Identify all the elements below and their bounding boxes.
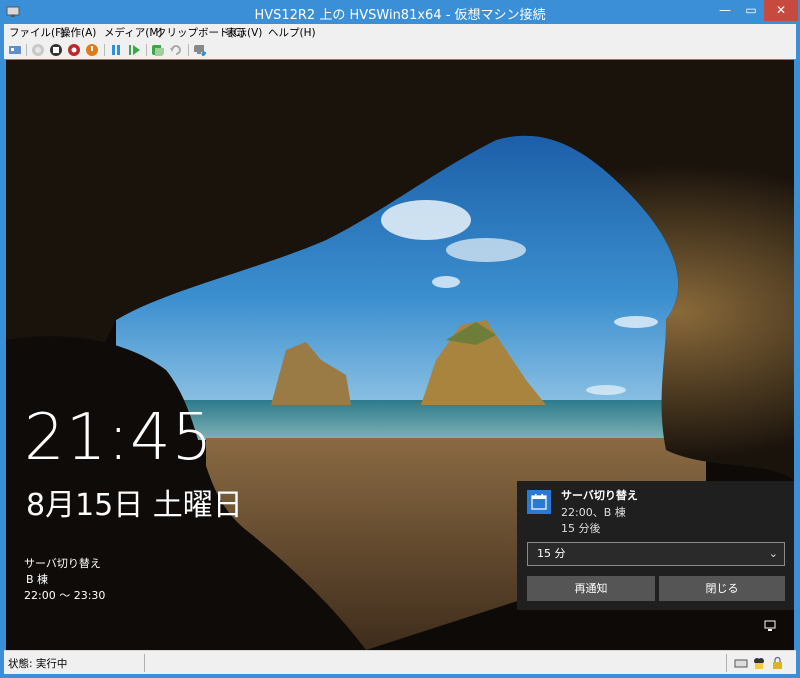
lock-event-time: 22:00 ～ 23:30 bbox=[24, 589, 106, 602]
pause-icon[interactable] bbox=[109, 43, 123, 57]
toolbar-separator bbox=[188, 44, 189, 56]
shutdown-icon[interactable] bbox=[67, 43, 81, 57]
title-bar: HVS12R2 上の HVSWin81x64 - 仮想マシン接続 — ▭ ✕ bbox=[0, 0, 800, 24]
minimize-button[interactable]: — bbox=[712, 0, 738, 21]
dismiss-button[interactable]: 閉じる bbox=[659, 576, 785, 601]
revert-icon[interactable] bbox=[169, 43, 183, 57]
status-divider bbox=[726, 654, 727, 672]
start-icon[interactable] bbox=[31, 43, 45, 57]
snooze-select[interactable]: 15 分 ⌄ bbox=[527, 542, 785, 566]
menu-media[interactable]: メディア(M) bbox=[104, 25, 163, 40]
snooze-value: 15 分 bbox=[537, 547, 566, 560]
ctrl-alt-del-icon[interactable] bbox=[8, 43, 22, 57]
checkpoint-icon[interactable] bbox=[151, 43, 165, 57]
menu-view[interactable]: 表示(V) bbox=[226, 25, 262, 40]
lock-event-location: B 棟 bbox=[26, 573, 49, 586]
resume-icon[interactable] bbox=[127, 43, 141, 57]
menu-help[interactable]: ヘルプ(H) bbox=[268, 25, 316, 40]
turn-off-icon[interactable] bbox=[49, 43, 63, 57]
lock-screen-date: 8月15日 土曜日 bbox=[26, 488, 243, 523]
toolbar-separator bbox=[146, 44, 147, 56]
snooze-button[interactable]: 再通知 bbox=[527, 576, 655, 601]
status-text: 状態: 実行中 bbox=[8, 658, 68, 670]
network-icon[interactable] bbox=[764, 620, 778, 632]
reminder-toast: サーバ切り替え 22:00、B 棟 15 分後 15 分 ⌄ 再通知 閉じる bbox=[517, 481, 794, 610]
menu-bar: ファイル(F) 操作(A) メディア(M) クリップボード(C) 表示(V) ヘ… bbox=[4, 24, 796, 41]
mouse-capture-icon bbox=[754, 658, 764, 669]
status-divider bbox=[144, 654, 145, 672]
toast-due: 15 分後 bbox=[561, 522, 601, 535]
calendar-icon bbox=[527, 490, 551, 514]
status-bar: 状態: 実行中 bbox=[4, 650, 796, 674]
enhanced-session-icon[interactable] bbox=[193, 43, 207, 57]
toast-title: サーバ切り替え bbox=[561, 489, 638, 502]
save-icon[interactable] bbox=[85, 43, 99, 57]
close-button[interactable]: ✕ bbox=[764, 0, 798, 21]
window-title: HVS12R2 上の HVSWin81x64 - 仮想マシン接続 bbox=[254, 8, 546, 23]
lock-screen-time: 21:45 bbox=[24, 401, 214, 475]
menu-action[interactable]: 操作(A) bbox=[60, 25, 96, 40]
vm-display[interactable]: 21:45 8月15日 土曜日 サーバ切り替え B 棟 22:00 ～ 23:3… bbox=[6, 60, 794, 650]
toast-detail: 22:00、B 棟 bbox=[561, 506, 626, 519]
vm-connection-window: HVS12R2 上の HVSWin81x64 - 仮想マシン接続 — ▭ ✕ フ… bbox=[0, 0, 800, 678]
lock-icon bbox=[773, 656, 782, 669]
chevron-down-icon: ⌄ bbox=[768, 547, 778, 560]
keyboard-icon bbox=[734, 659, 748, 668]
toolbar bbox=[4, 41, 796, 59]
toolbar-separator bbox=[104, 44, 105, 56]
maximize-button[interactable]: ▭ bbox=[738, 0, 764, 21]
toolbar-separator bbox=[26, 44, 27, 56]
lock-event-title: サーバ切り替え bbox=[24, 557, 101, 570]
menu-file[interactable]: ファイル(F) bbox=[9, 25, 65, 40]
